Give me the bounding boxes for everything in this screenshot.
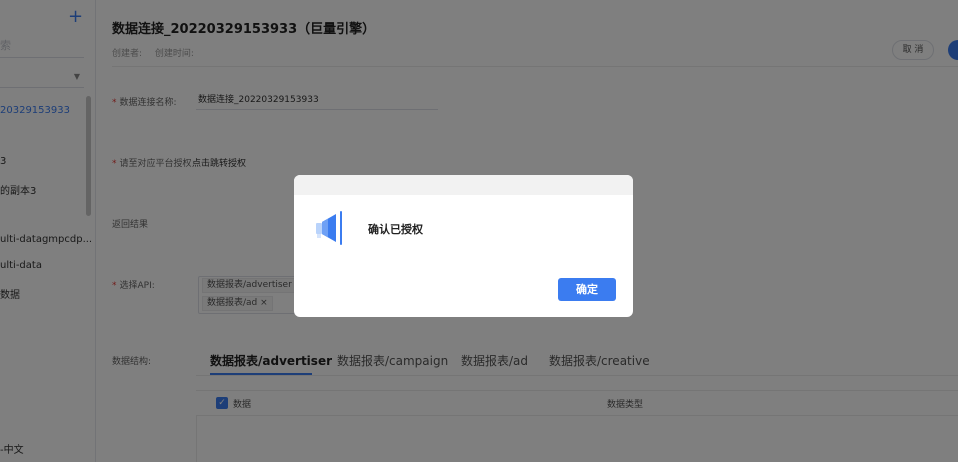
dialog-header xyxy=(294,175,633,195)
megaphone-icon xyxy=(316,211,342,245)
confirm-dialog: 确认已授权 确定 xyxy=(294,175,633,317)
confirm-button[interactable]: 确定 xyxy=(558,278,616,301)
dialog-message: 确认已授权 xyxy=(368,223,423,236)
